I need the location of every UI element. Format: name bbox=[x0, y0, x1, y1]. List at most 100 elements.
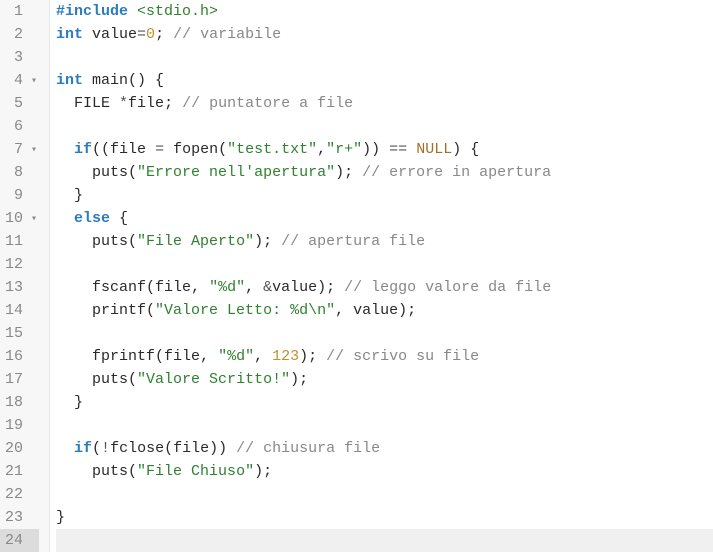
code-line[interactable]: fscanf(file, "%d", &value); // leggo val… bbox=[56, 276, 713, 299]
token-cmt: // chiusura file bbox=[236, 440, 380, 457]
token-str: "test.txt" bbox=[227, 141, 317, 158]
token-pun: , bbox=[200, 348, 218, 365]
token-kw: int bbox=[56, 26, 92, 43]
token-id: file bbox=[155, 279, 191, 296]
token-str: "r+" bbox=[326, 141, 362, 158]
fold-toggle-icon[interactable]: ▾ bbox=[31, 70, 37, 93]
token-pun bbox=[56, 279, 92, 296]
code-line[interactable]: fprintf(file, "%d", 123); // scrivo su f… bbox=[56, 345, 713, 368]
line-number: 15 bbox=[0, 322, 39, 345]
line-number: 2 bbox=[0, 23, 39, 46]
fold-toggle-icon[interactable]: ▾ bbox=[31, 139, 37, 162]
token-pun: ( bbox=[218, 141, 227, 158]
code-line[interactable]: puts("File Chiuso"); bbox=[56, 460, 713, 483]
token-pun: ( bbox=[164, 440, 173, 457]
code-line[interactable]: puts("File Aperto"); // apertura file bbox=[56, 230, 713, 253]
token-id: file bbox=[173, 440, 209, 457]
code-line[interactable]: if(!fclose(file)) // chiusura file bbox=[56, 437, 713, 460]
token-str: "Errore nell'apertura" bbox=[137, 164, 335, 181]
fold-toggle-icon[interactable]: ▾ bbox=[31, 208, 37, 231]
token-id: value bbox=[353, 302, 398, 319]
code-line[interactable]: } bbox=[56, 391, 713, 414]
token-pun: )) bbox=[362, 141, 389, 158]
token-str: "File Chiuso" bbox=[137, 463, 254, 480]
token-op: = bbox=[137, 26, 146, 43]
token-id: value bbox=[272, 279, 317, 296]
code-line[interactable] bbox=[56, 483, 713, 506]
code-area[interactable]: #include <stdio.h>int value=0; // variab… bbox=[50, 0, 713, 552]
token-fn: printf bbox=[92, 302, 146, 319]
code-line[interactable] bbox=[56, 529, 713, 552]
token-cmt: // leggo valore da file bbox=[344, 279, 551, 296]
token-op: * bbox=[119, 95, 128, 112]
line-number: 23 bbox=[0, 506, 39, 529]
token-cmt: // apertura file bbox=[281, 233, 425, 250]
token-id: file bbox=[164, 348, 200, 365]
code-line[interactable]: int main() { bbox=[56, 69, 713, 92]
token-pun bbox=[56, 210, 74, 227]
line-number: 24 bbox=[0, 529, 39, 552]
token-kw: int bbox=[56, 72, 92, 89]
token-op: == bbox=[389, 141, 416, 158]
code-line[interactable]: printf("Valore Letto: %d\n", value); bbox=[56, 299, 713, 322]
token-pun: ); bbox=[290, 371, 308, 388]
token-fn: puts bbox=[92, 371, 128, 388]
token-fn: fscanf bbox=[92, 279, 146, 296]
token-id: FILE bbox=[74, 95, 119, 112]
token-pun: ( bbox=[128, 164, 137, 181]
token-pun: ( bbox=[128, 463, 137, 480]
token-str: "Valore Scritto!" bbox=[137, 371, 290, 388]
token-pun: , bbox=[191, 279, 209, 296]
token-pun: ( bbox=[146, 279, 155, 296]
line-number: 1 bbox=[0, 0, 39, 23]
line-number: 12 bbox=[0, 253, 39, 276]
line-number: 20 bbox=[0, 437, 39, 460]
token-pun: ( bbox=[155, 348, 164, 365]
token-pun: ( bbox=[128, 371, 137, 388]
code-line[interactable] bbox=[56, 253, 713, 276]
code-line[interactable]: else { bbox=[56, 207, 713, 230]
line-number: 16 bbox=[0, 345, 39, 368]
code-line[interactable]: FILE *file; // puntatore a file bbox=[56, 92, 713, 115]
token-kw: if bbox=[74, 440, 92, 457]
token-pun bbox=[56, 348, 92, 365]
token-op: & bbox=[263, 279, 272, 296]
code-line[interactable] bbox=[56, 322, 713, 345]
token-pun bbox=[56, 440, 74, 457]
code-line[interactable]: } bbox=[56, 506, 713, 529]
line-number: 3 bbox=[0, 46, 39, 69]
token-fn: fprintf bbox=[92, 348, 155, 365]
line-number: 18 bbox=[0, 391, 39, 414]
line-number: 10▾ bbox=[0, 207, 39, 230]
token-id: file bbox=[110, 141, 155, 158]
code-line[interactable]: puts("Errore nell'apertura"); // errore … bbox=[56, 161, 713, 184]
token-pre: #include bbox=[56, 3, 137, 20]
line-number: 8 bbox=[0, 161, 39, 184]
token-pun: ; bbox=[164, 95, 182, 112]
token-pun bbox=[56, 371, 92, 388]
token-fn: fopen bbox=[173, 141, 218, 158]
line-number: 6 bbox=[0, 115, 39, 138]
code-line[interactable] bbox=[56, 414, 713, 437]
token-kw: else bbox=[74, 210, 110, 227]
token-pun bbox=[56, 233, 92, 250]
code-line[interactable]: puts("Valore Scritto!"); bbox=[56, 368, 713, 391]
token-pun: ); bbox=[254, 463, 272, 480]
code-line[interactable]: int value=0; // variabile bbox=[56, 23, 713, 46]
token-pun: )) bbox=[209, 440, 236, 457]
code-line[interactable] bbox=[56, 115, 713, 138]
code-line[interactable]: #include <stdio.h> bbox=[56, 0, 713, 23]
code-line[interactable]: } bbox=[56, 184, 713, 207]
token-pun: , bbox=[245, 279, 263, 296]
line-gutter: 1234▾567▾8910▾11121314151617181920212223… bbox=[0, 0, 50, 552]
token-pun bbox=[56, 164, 92, 181]
token-pun bbox=[56, 141, 74, 158]
code-line[interactable]: if((file = fopen("test.txt","r+")) == NU… bbox=[56, 138, 713, 161]
code-line[interactable] bbox=[56, 46, 713, 69]
token-pun: ); bbox=[317, 279, 344, 296]
line-number: 22 bbox=[0, 483, 39, 506]
token-pun bbox=[56, 463, 92, 480]
token-pun: , bbox=[335, 302, 353, 319]
code-editor[interactable]: 1234▾567▾8910▾11121314151617181920212223… bbox=[0, 0, 713, 552]
token-fn: puts bbox=[92, 164, 128, 181]
